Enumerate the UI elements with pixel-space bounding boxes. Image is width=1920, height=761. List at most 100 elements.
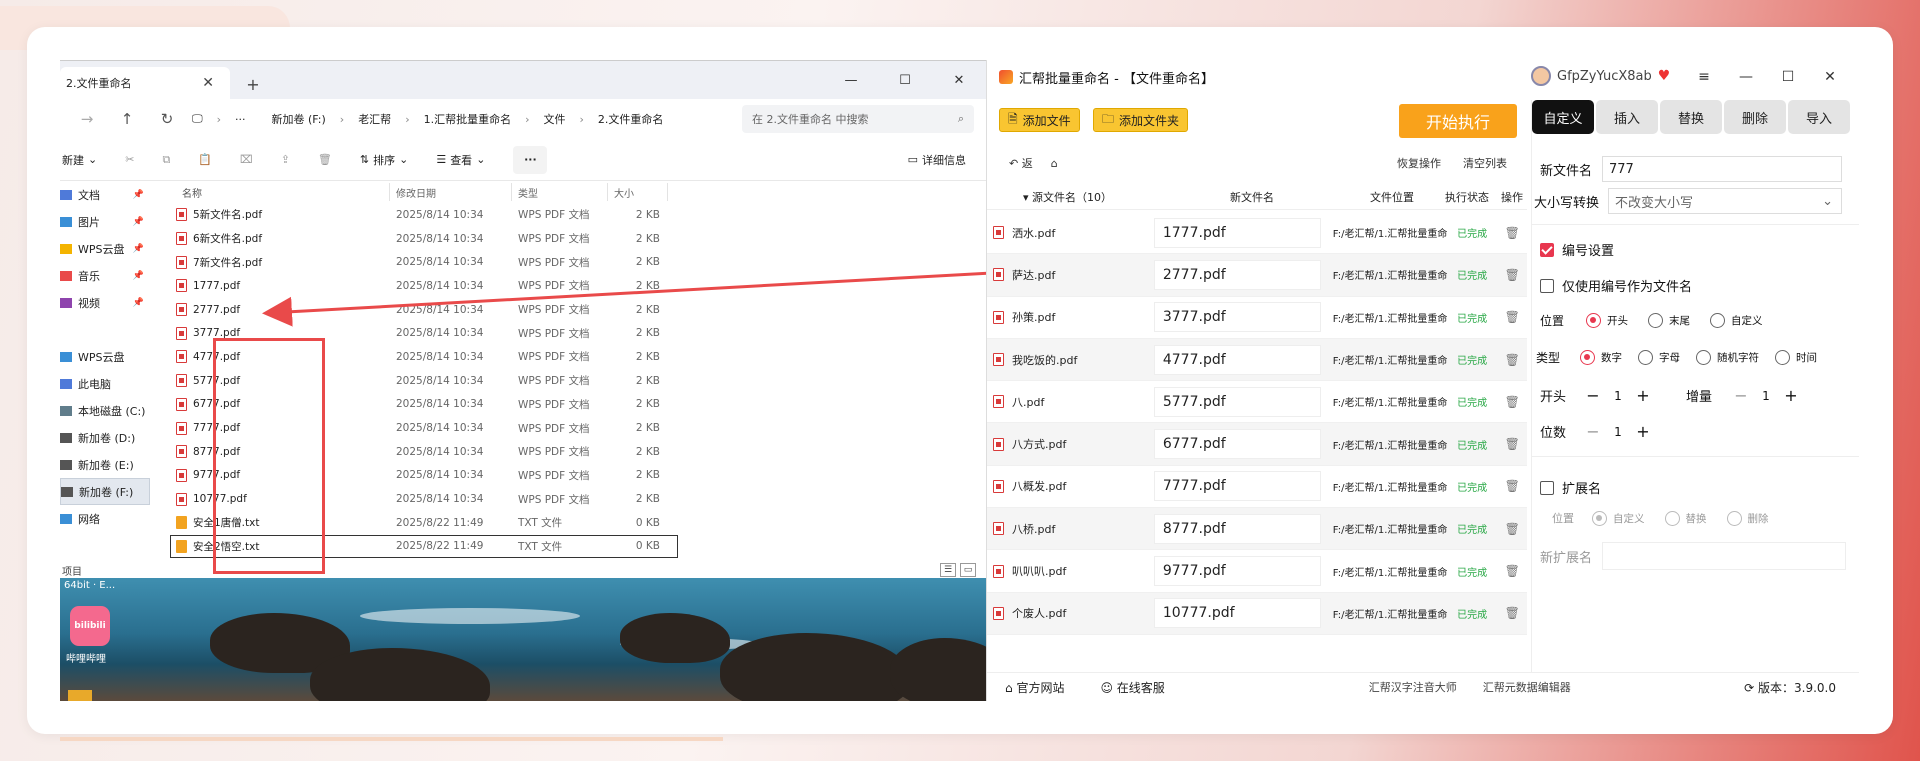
table-row[interactable]: 我吃饭的.pdf 4777.pdf F:/老汇帮/1.汇帮批量重命名 已完成 🗑 — [987, 338, 1527, 382]
new-ext-input[interactable] — [1602, 542, 1846, 570]
nav-item[interactable]: 新加卷 (F:) — [60, 478, 150, 505]
nav-item[interactable]: WPS云盘 — [60, 343, 150, 370]
type-option[interactable]: 随机字符 — [1696, 350, 1759, 365]
table-row[interactable]: 孙策.pdf 3777.pdf F:/老汇帮/1.汇帮批量重命名 已完成 🗑 — [987, 297, 1527, 339]
breadcrumb[interactable]: 🖵 › ··· 新加卷 (F:) › 老汇帮 › 1.汇帮批量重命名 › 文件 › 2.文… — [192, 105, 732, 133]
product-link[interactable]: 汇帮元数据编辑器 — [1483, 679, 1571, 695]
position-option[interactable]: 开头 — [1586, 313, 1628, 328]
column-type[interactable]: 类型 — [512, 183, 608, 201]
more-options-icon[interactable]: ··· — [513, 145, 548, 174]
tab-4[interactable]: 导入 — [1788, 100, 1850, 134]
position-option[interactable]: 末尾 — [1648, 313, 1690, 328]
new-tab-icon[interactable]: + — [238, 69, 268, 99]
start-value[interactable]: 1 — [1608, 389, 1628, 403]
column-size[interactable]: 大小 — [608, 183, 668, 201]
table-row[interactable]: 八.pdf 5777.pdf F:/老汇帮/1.汇帮批量重命名 已完成 🗑 — [987, 381, 1527, 424]
view-button[interactable]: ☰ 查看 ⌄ — [436, 152, 485, 168]
forward-arrow-icon[interactable]: → — [72, 110, 102, 128]
product-link[interactable]: 汇帮汉字注音大师 — [1369, 679, 1457, 695]
nav-item[interactable]: 新加卷 (D:) — [60, 424, 150, 451]
numbering-row[interactable]: 编号设置 — [1540, 240, 1614, 259]
type-option[interactable]: 时间 — [1775, 350, 1817, 365]
back-button[interactable]: ↶ 返 — [1009, 155, 1033, 171]
breadcrumb-more[interactable]: ··· — [235, 113, 246, 126]
plus-icon[interactable]: + — [1628, 422, 1658, 441]
cut-icon[interactable]: ✂ — [125, 153, 134, 166]
digits-value[interactable]: 1 — [1608, 425, 1628, 439]
minimize-button[interactable]: — — [1725, 60, 1767, 94]
breadcrumb-item[interactable]: 老汇帮 — [358, 111, 391, 127]
nav-item[interactable]: 本地磁盘 (C:) — [60, 397, 150, 424]
nav-item[interactable]: 新加卷 (E:) — [60, 451, 150, 478]
breadcrumb-item[interactable]: 文件 — [544, 111, 566, 127]
copy-icon[interactable]: ⧉ — [162, 153, 170, 167]
sort-button[interactable]: ⇅ 排序 ⌄ — [360, 152, 408, 168]
trash-icon[interactable]: 🗑 — [1498, 395, 1527, 409]
file-row[interactable]: 1777.pdf 2025/8/14 10:34 WPS PDF 文档 2 KB — [170, 274, 980, 298]
home-icon[interactable]: ⌂ — [1051, 157, 1058, 170]
minus-icon[interactable]: − — [1578, 386, 1608, 405]
breadcrumb-item[interactable]: 2.文件重命名 — [598, 111, 664, 127]
table-row[interactable]: 八方式.pdf 6777.pdf F:/老汇帮/1.汇帮批量重命名 已完成 🗑 — [987, 423, 1527, 466]
trash-icon[interactable]: 🗑 — [1498, 522, 1527, 536]
restore-button[interactable]: 恢复操作 — [1397, 155, 1441, 171]
minus-icon[interactable]: − — [1726, 386, 1756, 405]
ext-option[interactable]: 删除 — [1726, 510, 1769, 526]
ext-option[interactable]: 替换 — [1664, 510, 1707, 526]
use-number-row[interactable]: 仅使用编号作为文件名 — [1540, 276, 1692, 295]
breadcrumb-item[interactable]: 1.汇帮批量重命名 — [424, 111, 512, 127]
new-name-input[interactable]: 777 — [1602, 156, 1842, 182]
trash-icon[interactable]: 🗑 — [1498, 606, 1527, 620]
table-row[interactable]: 叭叭叭.pdf 9777.pdf F:/老汇帮/1.汇帮批量重命名 已完成 🗑 — [987, 550, 1527, 593]
extension-row[interactable]: 扩展名 — [1540, 478, 1601, 497]
start-button[interactable]: 开始执行 — [1399, 104, 1517, 138]
rename-icon[interactable]: ⌧ — [240, 153, 253, 166]
file-row[interactable]: 2777.pdf 2025/8/14 10:34 WPS PDF 文档 2 KB — [170, 298, 980, 322]
refresh-icon[interactable]: ↻ — [152, 110, 182, 128]
increment-value[interactable]: 1 — [1756, 389, 1776, 403]
tiles-view-icon[interactable]: ▭ — [960, 563, 976, 577]
website-link[interactable]: ⌂ 官方网站 — [1005, 679, 1064, 696]
search-input[interactable]: 在 2.文件重命名 中搜索 ⌕ — [742, 105, 974, 133]
trash-icon[interactable]: 🗑 — [1498, 226, 1527, 240]
breadcrumb-item[interactable]: 新加卷 (F:) — [272, 111, 326, 127]
minimize-button[interactable]: — — [824, 61, 878, 99]
close-icon[interactable]: ✕ — [202, 75, 214, 91]
use-number-checkbox[interactable] — [1540, 278, 1554, 293]
user-info[interactable]: GfpZyYucX8ab ♥ — [1531, 66, 1670, 86]
desktop-app-label[interactable]: 哔哩哔哩 — [66, 650, 106, 665]
new-name-cell[interactable]: 10777.pdf — [1153, 598, 1321, 629]
new-name-cell[interactable]: 9777.pdf — [1153, 556, 1321, 587]
file-row[interactable]: 7新文件名.pdf 2025/8/14 10:34 WPS PDF 文档 2 KB — [170, 250, 980, 274]
folder-icon[interactable] — [68, 690, 92, 701]
position-option[interactable]: 自定义 — [1710, 313, 1763, 328]
column-date[interactable]: 修改日期 — [390, 183, 512, 201]
trash-icon[interactable]: 🗑 — [1498, 268, 1527, 282]
close-window-button[interactable]: ✕ — [1809, 60, 1851, 94]
trash-icon[interactable]: 🗑 — [1498, 310, 1527, 324]
new-name-cell[interactable]: 5777.pdf — [1153, 386, 1321, 417]
header-source[interactable]: ▾ 源文件名（10） — [987, 189, 1157, 205]
trash-icon[interactable]: 🗑 — [1498, 353, 1527, 367]
type-option[interactable]: 数字 — [1580, 350, 1622, 365]
case-select[interactable]: 不改变大小写 ⌄ — [1608, 188, 1842, 214]
plus-icon[interactable]: + — [1628, 386, 1658, 405]
table-row[interactable]: 萨达.pdf 2777.pdf F:/老汇帮/1.汇帮批量重命名 已完成 🗑 — [987, 254, 1527, 297]
new-name-cell[interactable]: 8777.pdf — [1153, 513, 1321, 544]
trash-icon[interactable]: 🗑 — [1498, 564, 1527, 578]
new-button[interactable]: 新建 ⌄ — [62, 152, 97, 168]
trash-icon[interactable]: 🗑 — [1498, 479, 1527, 493]
service-link[interactable]: ☺ 在线客服 — [1100, 679, 1164, 696]
new-name-cell[interactable]: 4777.pdf — [1153, 344, 1321, 375]
details-button[interactable]: ▭ 详细信息 — [908, 152, 966, 168]
new-name-cell[interactable]: 3777.pdf — [1153, 302, 1321, 333]
share-icon[interactable]: ⇪ — [281, 153, 290, 166]
new-name-cell[interactable]: 6777.pdf — [1153, 429, 1321, 460]
plus-icon[interactable]: + — [1776, 386, 1806, 405]
nav-item[interactable]: 文档 📌 — [60, 181, 150, 208]
column-name[interactable]: 名称 — [170, 183, 390, 201]
nav-item[interactable]: 图片 📌 — [60, 208, 150, 235]
details-view-icon[interactable]: ☰ — [940, 563, 956, 577]
table-row[interactable]: 八桥.pdf 8777.pdf F:/老汇帮/1.汇帮批量重命名 已完成 🗑 — [987, 508, 1527, 551]
menu-icon[interactable]: ≡ — [1683, 60, 1725, 94]
